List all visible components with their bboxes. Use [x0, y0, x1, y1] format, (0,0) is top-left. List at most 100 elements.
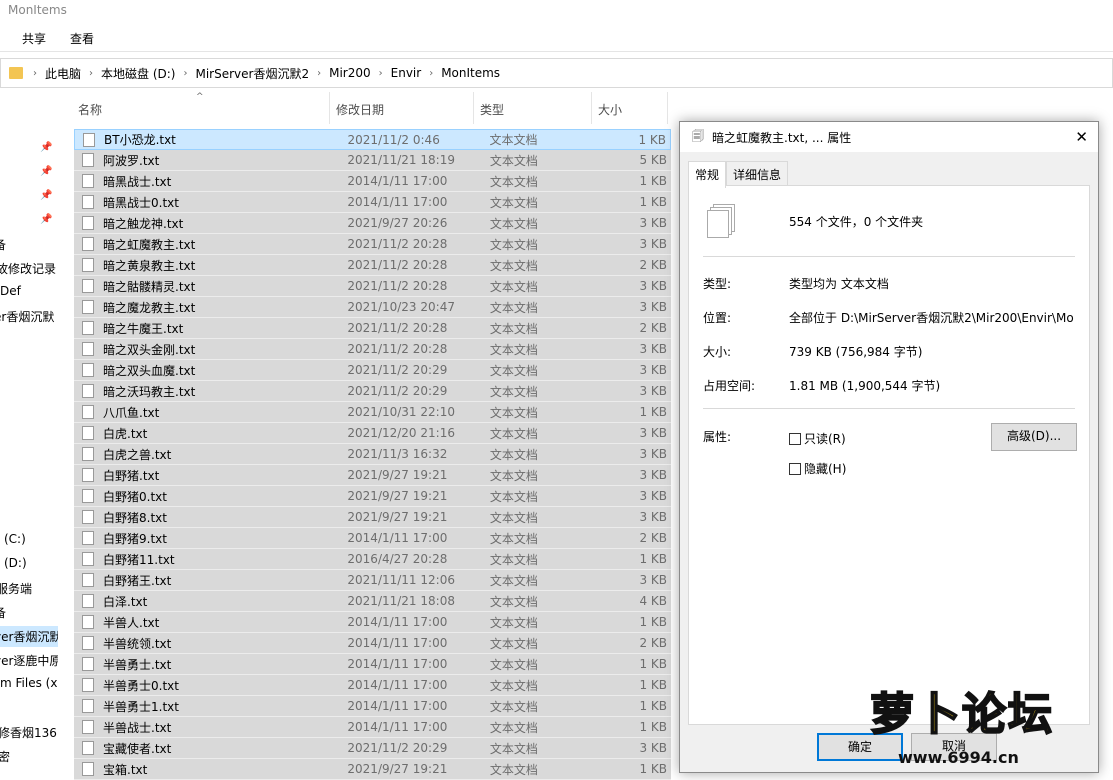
nav-item[interactable]: 密 [0, 748, 10, 765]
file-date: 2021/11/2 20:29 [347, 741, 448, 755]
file-row[interactable]: 八爪鱼.txt 2021/10/31 22:10 文本文档 1 KB [74, 402, 671, 423]
file-date: 2021/12/20 21:16 [347, 426, 455, 440]
file-row[interactable]: 宝藏使者.txt 2021/11/2 20:29 文本文档 3 KB [74, 738, 671, 759]
file-date: 2014/1/11 17:00 [347, 699, 448, 713]
pin-icon: 📌 [40, 190, 53, 201]
file-row[interactable]: 半兽统领.txt 2014/1/11 17:00 文本文档 2 KB [74, 633, 671, 654]
file-size: 3 KB [639, 489, 668, 503]
file-type: 文本文档 [489, 174, 538, 189]
file-row[interactable]: 暗黑战士.txt 2014/1/11 17:00 文本文档 1 KB [74, 171, 671, 192]
file-size: 3 KB [639, 510, 668, 524]
breadcrumb-item[interactable]: 本地磁盘 (D:) [93, 65, 183, 82]
file-row[interactable]: 白泽.txt 2021/11/21 18:08 文本文档 4 KB [74, 591, 671, 612]
nav-item[interactable]: (D:) [4, 556, 27, 570]
file-row[interactable]: 白野猪0.txt 2021/9/27 19:21 文本文档 3 KB [74, 486, 671, 507]
ribbon-tab-share[interactable]: 共享 [22, 30, 46, 46]
file-summary: 554 个文件，0 个文件夹 [789, 215, 924, 229]
file-date: 2021/11/2 20:28 [347, 237, 448, 251]
nav-item[interactable]: 备 [0, 236, 6, 253]
file-row[interactable]: 白虎之兽.txt 2021/11/3 16:32 文本文档 3 KB [74, 444, 671, 465]
text-file-icon [82, 510, 94, 524]
type-label: 类型: [703, 277, 732, 291]
file-row[interactable]: 暗之魔龙教主.txt 2021/10/23 20:47 文本文档 3 KB [74, 297, 671, 318]
nav-item[interactable]: er香烟沉默 [0, 308, 54, 325]
breadcrumb-item[interactable]: 此电脑 [37, 65, 89, 82]
file-size: 1 KB [639, 552, 668, 566]
file-row[interactable]: 暗之触龙神.txt 2021/9/27 20:26 文本文档 3 KB [74, 213, 671, 234]
pin-icon: 📌 [40, 214, 53, 225]
dialog-title: 暗之虹魔教主.txt, ... 属性 [712, 130, 852, 145]
file-name: 半兽勇士.txt [103, 657, 172, 672]
nav-item[interactable]: Def [0, 284, 21, 298]
file-type: 文本文档 [489, 720, 538, 735]
close-icon[interactable]: ✕ [1075, 128, 1088, 146]
nav-item[interactable]: 修香烟136 [0, 724, 57, 741]
checkbox-box[interactable] [789, 462, 801, 475]
nav-item[interactable]: (C:) [4, 532, 26, 546]
file-row[interactable]: 半兽勇士1.txt 2014/1/11 17:00 文本文档 1 KB [74, 696, 671, 717]
text-file-icon [82, 699, 94, 713]
file-type: 文本文档 [489, 636, 538, 651]
file-row[interactable]: 白野猪8.txt 2021/9/27 19:21 文本文档 3 KB [74, 507, 671, 528]
attributes-label: 属性: [703, 430, 732, 444]
file-date: 2021/9/27 19:21 [347, 510, 448, 524]
file-row[interactable]: 半兽勇士.txt 2014/1/11 17:00 文本文档 1 KB [74, 654, 671, 675]
advanced-button[interactable]: 高级(D)... [991, 423, 1077, 451]
ribbon-tab-view[interactable]: 查看 [70, 30, 94, 46]
file-size: 3 KB [639, 447, 668, 461]
column-size[interactable]: 大小 [592, 92, 668, 124]
file-row[interactable]: BT小恐龙.txt 2021/11/2 0:46 文本文档 1 KB [74, 129, 671, 150]
file-row[interactable]: 暗之虹魔教主.txt 2021/11/2 20:28 文本文档 3 KB [74, 234, 671, 255]
file-row[interactable]: 暗之骷髅精灵.txt 2021/11/2 20:28 文本文档 3 KB [74, 276, 671, 297]
file-row[interactable]: 白野猪9.txt 2014/1/11 17:00 文本文档 2 KB [74, 528, 671, 549]
nav-item[interactable]: 服务端 [0, 580, 32, 597]
file-row[interactable]: 白虎.txt 2021/12/20 21:16 文本文档 3 KB [74, 423, 671, 444]
nav-item[interactable]: ver逐鹿中原 [0, 652, 58, 669]
column-date[interactable]: 修改日期 [330, 92, 474, 124]
file-row[interactable]: 暗之双头血魔.txt 2021/11/2 20:29 文本文档 3 KB [74, 360, 671, 381]
nav-item[interactable]: 备 [0, 604, 6, 621]
breadcrumb-item[interactable]: MonItems [433, 66, 508, 80]
hidden-checkbox[interactable]: 隐藏(H) [789, 460, 846, 477]
file-name: 白野猪8.txt [103, 510, 167, 525]
file-row[interactable]: 暗黑战士0.txt 2014/1/11 17:00 文本文档 1 KB [74, 192, 671, 213]
nav-item[interactable]: m Files (x [0, 676, 57, 690]
file-size: 1 KB [639, 615, 668, 629]
address-bar[interactable]: › 此电脑 › 本地磁盘 (D:) › MirServer香烟沉默2 › Mir… [0, 58, 1113, 88]
file-row[interactable]: 暗之沃玛教主.txt 2021/11/2 20:29 文本文档 3 KB [74, 381, 671, 402]
file-row[interactable]: 半兽人.txt 2014/1/11 17:00 文本文档 1 KB [74, 612, 671, 633]
file-name: 暗黑战士0.txt [103, 195, 179, 210]
size-value: 739 KB (756,984 字节) [789, 345, 923, 359]
nav-item-selected[interactable]: ver香烟沉默 [0, 626, 58, 647]
tab-details[interactable]: 详细信息 [726, 161, 789, 187]
nav-item[interactable]: 故修改记录 [0, 260, 56, 277]
readonly-checkbox[interactable]: 只读(R) [789, 430, 846, 447]
file-row[interactable]: 白野猪11.txt 2016/4/27 20:28 文本文档 1 KB [74, 549, 671, 570]
file-row[interactable]: 暗之双头金刚.txt 2021/11/2 20:28 文本文档 3 KB [74, 339, 671, 360]
file-name: 暗之牛魔王.txt [103, 321, 184, 336]
file-row[interactable]: 暗之牛魔王.txt 2021/11/2 20:28 文本文档 2 KB [74, 318, 671, 339]
file-date: 2021/10/23 20:47 [347, 300, 455, 314]
file-row[interactable]: 半兽勇士0.txt 2014/1/11 17:00 文本文档 1 KB [74, 675, 671, 696]
file-row[interactable]: 白野猪.txt 2021/9/27 19:21 文本文档 3 KB [74, 465, 671, 486]
breadcrumb-item[interactable]: MirServer香烟沉默2 [187, 65, 317, 82]
column-type[interactable]: 类型 [474, 92, 592, 124]
breadcrumb-item[interactable]: Envir [383, 66, 430, 80]
breadcrumb-item[interactable]: Mir200 [321, 66, 379, 80]
tab-general[interactable]: 常规 [688, 161, 727, 188]
file-date: 2014/1/11 17:00 [347, 531, 448, 545]
file-row[interactable]: 半兽战士.txt 2014/1/11 17:00 文本文档 1 KB [74, 717, 671, 738]
text-file-icon [82, 552, 94, 566]
file-size: 1 KB [639, 699, 668, 713]
file-row[interactable]: 宝箱.txt 2021/9/27 19:21 文本文档 1 KB [74, 759, 671, 780]
file-size: 4 KB [639, 594, 668, 608]
file-type: 文本文档 [489, 133, 538, 147]
file-row[interactable]: 白野猪王.txt 2021/11/11 12:06 文本文档 3 KB [74, 570, 671, 591]
file-row[interactable]: 暗之黄泉教主.txt 2021/11/2 20:28 文本文档 2 KB [74, 255, 671, 276]
text-file-icon [82, 594, 94, 608]
file-row[interactable]: 阿波罗.txt 2021/11/21 18:19 文本文档 5 KB [74, 150, 671, 171]
checkbox-box[interactable] [789, 432, 801, 445]
text-file-icon [82, 468, 94, 482]
file-size: 1 KB [638, 132, 666, 147]
text-file-icon [82, 174, 94, 188]
